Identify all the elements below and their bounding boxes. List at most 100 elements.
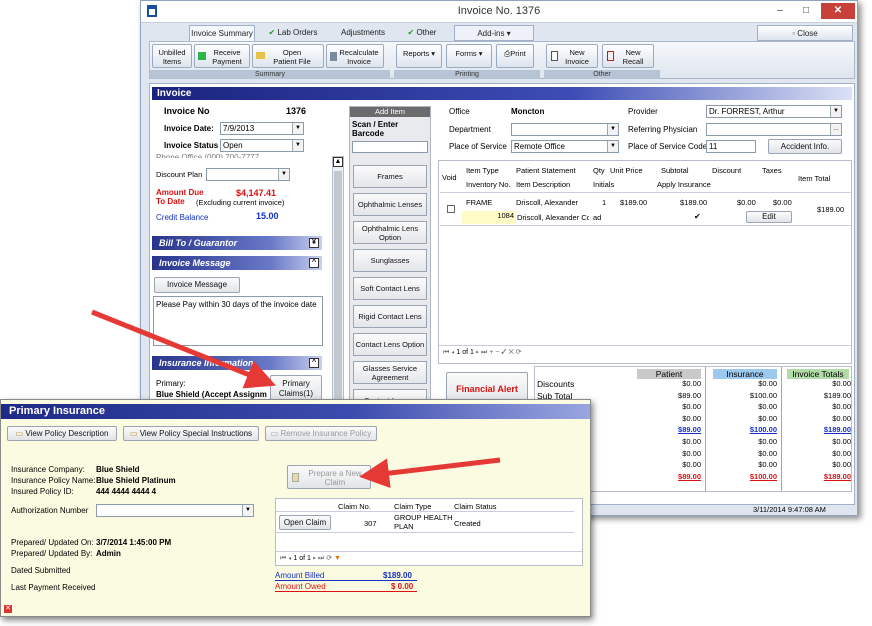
barcode-input[interactable] [352,141,428,153]
category-soft-contact-button[interactable]: Soft Contact Lens [353,277,427,300]
totals-value: $0.00 [758,448,777,458]
invoice-status-label: Invoice Status [164,141,219,150]
collapse-icon[interactable]: ^ [309,358,319,368]
category-lens-option-button[interactable]: Ophthalmic Lens Option [353,221,427,244]
recalculate-invoice-button[interactable]: Recalculate Invoice [326,44,384,68]
bill-to-section[interactable]: Bill To / Guarantor ¥ [152,236,322,250]
invoice-message-button[interactable]: Invoice Message [154,277,240,293]
totals-value: $0.00 [832,379,851,388]
place-of-service-code-field[interactable]: 11 [706,140,756,153]
category-service-agreement-button[interactable]: Glasses Service Agreement [353,361,427,384]
receive-payment-button[interactable]: Receive Payment [194,44,250,68]
claim-row[interactable]: Open Claim 307 GROUP HEALTH PLAN Created [276,511,574,533]
provider-select[interactable]: Dr. FORREST, Arthur ▼ [706,105,842,118]
view-policy-button[interactable]: ▭ View Policy Description [7,426,117,441]
totals-value: $0.00 [832,437,851,446]
authorization-select[interactable]: ▼ [96,504,254,517]
row-description: Driscoll, Alexander Cc [517,213,589,222]
totals-value: $100.00 [749,471,777,481]
totals-value: $0.00 [832,460,851,470]
department-select[interactable]: ▼ [511,123,619,136]
expand-icon[interactable]: ¥ [309,238,319,248]
open-patient-file-button[interactable]: Open Patient File [252,44,324,68]
unbilled-items-button[interactable]: Unbilled Items [152,44,192,68]
close-button[interactable]: ▫ Close [757,25,853,41]
col-subtotal: Subtotal [661,166,689,175]
col-patient-statement: Patient Statement [516,166,576,175]
grid-pager: ⏮ ◂ 1 of 1 ▸ ⏭ + − ✓ ✕ ⟳ [439,345,851,359]
claims-grid: Claim No. Claim Type Claim Status Open C… [275,498,583,566]
maximize-button[interactable]: □ [795,3,817,19]
totals-value: $100.00 [749,425,777,435]
chevron-down-icon: ▼ [607,141,618,152]
row-unit-price: $189.00 [620,198,648,207]
category-rigid-contact-button[interactable]: Rigid Contact Lens [353,305,427,328]
claim-no-value: 307 [364,519,377,528]
col-apply-insurance: Apply Insurance [657,180,711,189]
remove-policy-button[interactable]: ▭ Remove Insurance Policy [265,426,377,441]
reports-button[interactable]: Reports ▾ [396,44,442,68]
category-contact-option-button[interactable]: Contact Lens Option [353,333,427,356]
title-bar: Invoice No. 1376 – □ ✕ [141,1,857,23]
category-ophthalmic-lenses-button[interactable]: Ophthalmic Lenses [353,193,427,216]
ellipsis-icon[interactable]: … [830,124,841,135]
totals-value: $89.00 [678,390,701,400]
totals-value: $0.00 [682,379,701,388]
addins-dropdown[interactable]: Add-ins ▾ [454,25,534,41]
close-window-button[interactable]: ✕ [821,3,855,19]
discount-plan-label: Discount Plan [156,170,203,179]
chevron-down-icon: ▼ [292,140,303,151]
scroll-up-icon[interactable]: ▲ [333,157,343,167]
insurance-info-section[interactable]: Insurance Information ^ [152,356,322,370]
first-page-icon[interactable]: ⏮ ◂ [280,555,293,562]
view-instructions-button[interactable]: ▭ View Policy Special Instructions [123,426,259,441]
prepared-on-label: Prepared/ Updated On: [11,538,94,547]
row-inventory-no[interactable]: 1084 [462,211,516,224]
accident-info-button[interactable]: Accident Info. [768,139,842,154]
invoice-status-select[interactable]: Open ▼ [220,139,304,152]
invoice-date-field[interactable]: 7/9/2013 ▼ [220,122,304,135]
totals-value: $0.00 [682,437,701,446]
invoice-no-value: 1376 [286,106,307,116]
dialog-close-icon[interactable]: ✕ [4,605,12,613]
invoice-message-section[interactable]: Invoice Message ^ [152,256,322,270]
primary-claims-button[interactable]: Primary Claims(1) [270,375,322,401]
col-item-total: Item Total [798,174,831,183]
tab-lab-orders[interactable]: ✔ Lab Orders [257,25,329,41]
referring-physician-field[interactable]: … [706,123,842,136]
place-of-service-select[interactable]: Remote Office ▼ [511,140,619,153]
discount-plan-select[interactable]: ▼ [206,168,290,181]
totals-value: $0.00 [682,448,701,458]
apply-insurance-checkbox[interactable]: ✔ [694,213,702,221]
print-button[interactable]: ⎙Print [496,44,534,68]
dialog-title: Primary Insurance [1,404,590,419]
minimize-button[interactable]: – [769,3,791,19]
forms-button[interactable]: Forms ▾ [446,44,492,68]
prepare-claim-button[interactable]: Prepare a New Claim [287,465,371,489]
invoice-header: Invoice [152,87,852,100]
collapse-icon[interactable]: ^ [309,258,319,268]
table-row[interactable]: FRAME Driscoll, Alexander 1 $189.00 $189… [440,192,851,226]
chevron-down-icon: ▾ [506,29,511,38]
tab-adjustments[interactable]: Adjustments [333,25,393,41]
add-item-header: Add Item [350,107,430,117]
new-invoice-button[interactable]: New Invoice [546,44,598,68]
category-sunglasses-button[interactable]: Sunglasses [353,249,427,272]
edit-item-button[interactable]: Edit [746,211,792,223]
row-patient-statement: Driscoll, Alexander [516,198,579,207]
col-claim-no: Claim No. [338,502,371,511]
void-checkbox[interactable] [447,205,455,213]
chevron-down-icon: ▼ [607,124,618,135]
first-page-icon[interactable]: ⏮ ◂ [443,349,456,356]
invoice-message-text[interactable]: Please Pay within 30 days of the invoice… [153,296,323,346]
totals-divider [705,367,706,491]
tab-invoice-summary[interactable]: Invoice Summary [189,25,255,41]
next-page-icon[interactable]: ▸ ⏭ ⟳ [313,555,334,562]
category-frames-button[interactable]: Frames [353,165,427,188]
totals-value: $0.00 [758,460,777,470]
tab-other[interactable]: ✔ Other [397,25,447,41]
next-page-icon[interactable]: ▸ ⏭ + − ✓ ✕ ⟳ [476,349,522,356]
calculator-icon [330,52,337,61]
new-recall-button[interactable]: New Recall [602,44,654,68]
open-claim-button[interactable]: Open Claim [279,515,331,530]
